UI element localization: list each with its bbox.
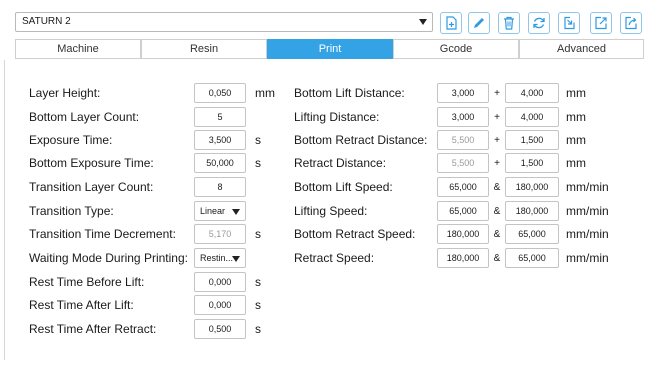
bottom-retract-distance-input-1: 5,500 xyxy=(437,130,489,150)
rest-time-before-lift-unit: s xyxy=(255,275,261,289)
bottom-exposure-time-input[interactable]: 50,000 xyxy=(194,153,246,173)
tab-gcode[interactable]: Gcode xyxy=(393,39,519,59)
rest-time-before-lift-label: Rest Time Before Lift: xyxy=(29,275,145,289)
bottom-retract-distance-input-2[interactable]: 1,500 xyxy=(505,130,559,150)
rest-time-after-retract-input[interactable]: 0,500 xyxy=(194,319,246,339)
retract-speed-input-1[interactable]: 180,000 xyxy=(437,248,489,268)
exposure-time-label: Exposure Time: xyxy=(29,133,113,147)
settings-tabs: Machine Resin Print Gcode Advanced xyxy=(15,39,644,60)
rest-time-after-lift-input[interactable]: 0,000 xyxy=(194,295,246,315)
transition-time-decrement-input: 5,170 xyxy=(194,224,246,244)
rest-time-after-retract-label: Rest Time After Retract: xyxy=(29,322,157,336)
retract-distance-input-2[interactable]: 1,500 xyxy=(505,153,559,173)
bottom-lift-distance-input-2[interactable]: 4,000 xyxy=(505,83,559,103)
rest-time-after-lift-label: Rest Time After Lift: xyxy=(29,298,134,312)
edit-profile-button[interactable] xyxy=(468,12,490,34)
waiting-mode-select[interactable]: Restin... xyxy=(194,248,246,268)
retract-distance-input-1: 5,500 xyxy=(437,153,489,173)
lifting-speed-label: Lifting Speed: xyxy=(294,204,368,218)
add-profile-button[interactable] xyxy=(440,12,462,34)
retract-speed-input-2[interactable]: 65,000 xyxy=(505,248,559,268)
exposure-time-unit: s xyxy=(255,133,261,147)
ampersand-operator: & xyxy=(493,182,501,193)
tab-print[interactable]: Print xyxy=(267,39,393,59)
lifting-speed-input-2[interactable]: 180,000 xyxy=(505,201,559,221)
lifting-distance-label: Lifting Distance: xyxy=(294,110,380,124)
bottom-lift-speed-unit: mm/min xyxy=(566,180,609,194)
rest-time-after-lift-unit: s xyxy=(255,298,261,312)
retract-speed-unit: mm/min xyxy=(566,251,609,265)
export-button[interactable] xyxy=(590,12,612,34)
tab-advanced[interactable]: Advanced xyxy=(519,39,644,59)
panel-left-border xyxy=(4,60,5,360)
retract-distance-label: Retract Distance: xyxy=(294,156,387,170)
bottom-retract-speed-input-1[interactable]: 180,000 xyxy=(437,224,489,244)
import-button[interactable] xyxy=(558,12,580,34)
edit-icon xyxy=(474,18,484,28)
exposure-time-input[interactable]: 3,500 xyxy=(194,130,246,150)
lifting-speed-unit: mm/min xyxy=(566,204,609,218)
refresh-icon xyxy=(533,17,545,29)
delete-icon xyxy=(504,16,514,30)
transition-layer-count-label: Transition Layer Count: xyxy=(29,180,154,194)
tab-machine[interactable]: Machine xyxy=(15,39,141,59)
bottom-lift-distance-label: Bottom Lift Distance: xyxy=(294,86,405,100)
chevron-down-icon xyxy=(232,256,240,262)
bottom-lift-distance-unit: mm xyxy=(566,86,586,100)
ampersand-operator: & xyxy=(493,229,501,240)
tab-resin[interactable]: Resin xyxy=(141,39,267,59)
plus-operator: + xyxy=(494,135,500,146)
chevron-down-icon xyxy=(419,19,427,25)
bottom-retract-speed-input-2[interactable]: 65,000 xyxy=(505,224,559,244)
printer-select[interactable]: SATURN 2 xyxy=(15,12,433,32)
transition-type-select[interactable]: Linear xyxy=(194,201,246,221)
bottom-layer-count-input[interactable]: 5 xyxy=(194,107,246,127)
delete-profile-button[interactable] xyxy=(498,12,520,34)
bottom-layer-count-label: Bottom Layer Count: xyxy=(29,110,140,124)
layer-height-unit: mm xyxy=(255,86,275,100)
refresh-button[interactable] xyxy=(528,12,550,34)
bottom-exposure-time-label: Bottom Exposure Time: xyxy=(29,156,154,170)
bottom-exposure-time-unit: s xyxy=(255,156,261,170)
transition-time-decrement-unit: s xyxy=(255,227,261,241)
printer-select-value: SATURN 2 xyxy=(22,16,71,27)
add-profile-icon xyxy=(446,16,457,30)
retract-speed-label: Retract Speed: xyxy=(294,251,375,265)
transition-type-label: Transition Type: xyxy=(29,204,114,218)
bottom-retract-distance-label: Bottom Retract Distance: xyxy=(294,133,428,147)
ampersand-operator: & xyxy=(493,253,501,264)
lifting-speed-input-1[interactable]: 65,000 xyxy=(437,201,489,221)
import-icon xyxy=(564,16,575,30)
plus-operator: + xyxy=(494,112,500,123)
bottom-retract-speed-label: Bottom Retract Speed: xyxy=(294,227,416,241)
ampersand-operator: & xyxy=(493,206,501,217)
bottom-retract-speed-unit: mm/min xyxy=(566,227,609,241)
transition-time-decrement-label: Transition Time Decrement: xyxy=(29,227,176,241)
layer-height-label: Layer Height: xyxy=(29,86,101,100)
lifting-distance-input-1[interactable]: 3,000 xyxy=(437,107,489,127)
share-button[interactable] xyxy=(620,12,642,34)
retract-distance-unit: mm xyxy=(566,156,586,170)
rest-time-after-retract-unit: s xyxy=(255,322,261,336)
lifting-distance-input-2[interactable]: 4,000 xyxy=(505,107,559,127)
bottom-lift-speed-input-1[interactable]: 65,000 xyxy=(437,177,489,197)
export-icon xyxy=(595,16,607,30)
lifting-distance-unit: mm xyxy=(566,110,586,124)
bottom-retract-distance-unit: mm xyxy=(566,133,586,147)
bottom-lift-speed-input-2[interactable]: 180,000 xyxy=(505,177,559,197)
transition-layer-count-input[interactable]: 8 xyxy=(194,177,246,197)
layer-height-input[interactable]: 0,050 xyxy=(194,83,246,103)
plus-operator: + xyxy=(494,88,500,99)
chevron-down-icon xyxy=(232,209,240,215)
share-icon xyxy=(625,16,637,30)
plus-operator: + xyxy=(494,158,500,169)
waiting-mode-label: Waiting Mode During Printing: xyxy=(29,251,188,265)
bottom-lift-speed-label: Bottom Lift Speed: xyxy=(294,180,393,194)
rest-time-before-lift-input[interactable]: 0,000 xyxy=(194,272,246,292)
bottom-lift-distance-input-1[interactable]: 3,000 xyxy=(437,83,489,103)
